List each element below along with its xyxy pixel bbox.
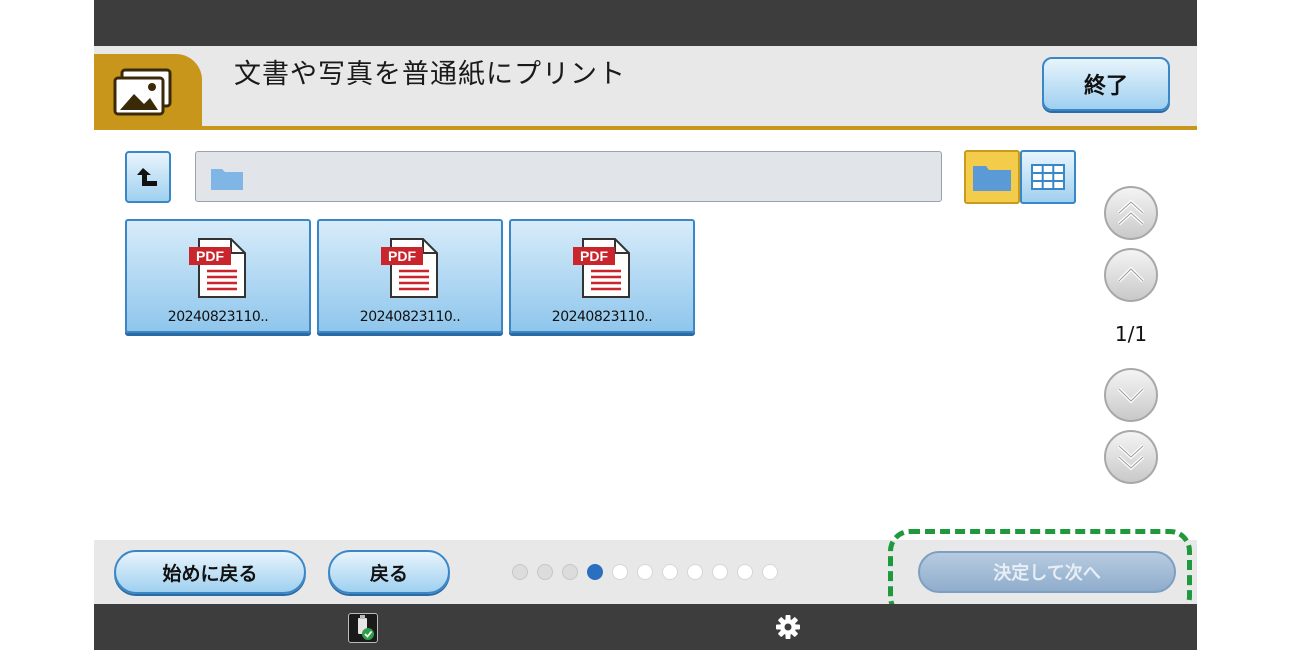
step-dot bbox=[612, 564, 628, 580]
step-dot bbox=[712, 564, 728, 580]
svg-text:PDF: PDF bbox=[196, 248, 224, 264]
folder-icon bbox=[973, 166, 1011, 191]
step-indicator bbox=[512, 564, 778, 580]
folder-view-button[interactable] bbox=[964, 150, 1020, 204]
app-tab bbox=[94, 54, 202, 130]
up-arrow-icon bbox=[137, 168, 157, 186]
grid-view-icon bbox=[1031, 164, 1065, 190]
double-chevron-up-icon bbox=[1117, 199, 1145, 226]
pdf-file-icon: PDF bbox=[573, 238, 630, 298]
top-bar bbox=[94, 0, 1197, 46]
chevron-up-icon bbox=[1117, 266, 1145, 283]
parent-folder-button[interactable] bbox=[125, 151, 171, 203]
end-button[interactable]: 終了 bbox=[1042, 57, 1170, 111]
file-tile[interactable]: PDF 20240823110.. bbox=[509, 219, 695, 333]
scroll-bottom-button[interactable] bbox=[1104, 430, 1158, 484]
step-dot bbox=[762, 564, 778, 580]
step-dot bbox=[687, 564, 703, 580]
folder-icon bbox=[211, 169, 243, 190]
back-button[interactable]: 戻る bbox=[328, 550, 450, 594]
folder-path-bar bbox=[195, 151, 942, 202]
svg-text:PDF: PDF bbox=[388, 248, 416, 264]
gear-icon[interactable] bbox=[774, 613, 802, 641]
header: 文書や写真を普通紙にプリント 終了 bbox=[94, 46, 1197, 130]
svg-text:PDF: PDF bbox=[580, 248, 608, 264]
status-bar bbox=[94, 604, 1197, 650]
step-dot bbox=[562, 564, 578, 580]
pdf-file-icon: PDF bbox=[189, 238, 246, 298]
step-dot bbox=[737, 564, 753, 580]
double-chevron-down-icon bbox=[1117, 444, 1145, 471]
home-button[interactable]: 始めに戻る bbox=[114, 550, 306, 594]
scroll-top-button[interactable] bbox=[1104, 186, 1158, 240]
file-tile[interactable]: PDF 20240823110.. bbox=[125, 219, 311, 333]
step-dot-active bbox=[587, 564, 603, 580]
scroll-up-button[interactable] bbox=[1104, 248, 1158, 302]
page-title: 文書や写真を普通紙にプリント bbox=[234, 59, 626, 90]
thumbnail-view-button[interactable] bbox=[1020, 150, 1076, 204]
scroll-down-button[interactable] bbox=[1104, 368, 1158, 422]
file-name: 20240823110.. bbox=[167, 309, 269, 325]
photo-app-icon bbox=[113, 68, 172, 116]
chevron-down-icon bbox=[1117, 387, 1145, 404]
page-indicator: 1/1 bbox=[1114, 322, 1148, 346]
step-dot bbox=[512, 564, 528, 580]
pdf-file-icon: PDF bbox=[381, 238, 438, 298]
printer-screen: 文書や写真を普通紙にプリント 終了 PDF 20240823110.. PDF … bbox=[94, 0, 1197, 650]
file-name: 20240823110.. bbox=[551, 309, 653, 325]
step-dot bbox=[637, 564, 653, 580]
step-dot bbox=[662, 564, 678, 580]
file-tile[interactable]: PDF 20240823110.. bbox=[317, 219, 503, 333]
usb-memory-icon[interactable] bbox=[348, 613, 378, 643]
file-name: 20240823110.. bbox=[359, 309, 461, 325]
step-dot bbox=[537, 564, 553, 580]
